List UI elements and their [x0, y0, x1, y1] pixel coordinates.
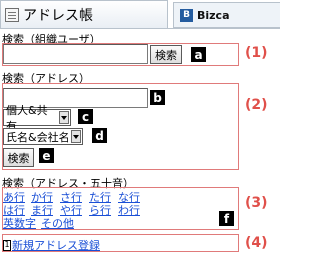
kana-link-ra[interactable]: ら行 [89, 202, 111, 218]
kana-link-other[interactable]: その他 [41, 215, 74, 231]
chevron-down-icon [59, 111, 69, 124]
new-address-register-link[interactable]: 新規アドレス登録 [12, 237, 100, 253]
marker-3: (3) [245, 195, 268, 211]
badge-a: a [191, 47, 206, 62]
marker-2: (2) [245, 97, 268, 113]
address-search-button[interactable]: 検索 [3, 148, 34, 167]
org-user-search-input[interactable] [3, 44, 148, 64]
badge-e: e [39, 148, 54, 163]
chevron-down-icon [70, 130, 81, 143]
marker-4: (4) [245, 235, 268, 251]
field-select[interactable]: 氏名&会社名 [3, 128, 83, 145]
badge-c: c [78, 109, 93, 124]
scope-select[interactable]: 個人&共有 [3, 104, 71, 133]
org-user-search-button[interactable]: 検索 [150, 45, 182, 64]
badge-b: b [150, 90, 165, 105]
new-address-row: 1 新規アドレス登録 [3, 237, 100, 253]
kana-link-alnum[interactable]: 英数字 [3, 215, 36, 231]
brand-name: Bizca [197, 8, 230, 22]
marker-1: (1) [245, 45, 268, 61]
page-title: アドレス帳 [23, 7, 93, 24]
bizca-logo-icon: B [180, 8, 193, 22]
field-select-value: 氏名&会社名 [6, 130, 70, 144]
address-book-icon [5, 7, 19, 22]
brand-tab[interactable]: B Bizca [173, 2, 280, 28]
access-key-icon: 1 [3, 239, 11, 251]
kana-link-wa[interactable]: わ行 [118, 202, 140, 218]
badge-d: d [92, 128, 107, 143]
header-divider [0, 28, 280, 29]
app-title-tab: アドレス帳 [0, 0, 168, 28]
badge-f: f [219, 211, 234, 226]
